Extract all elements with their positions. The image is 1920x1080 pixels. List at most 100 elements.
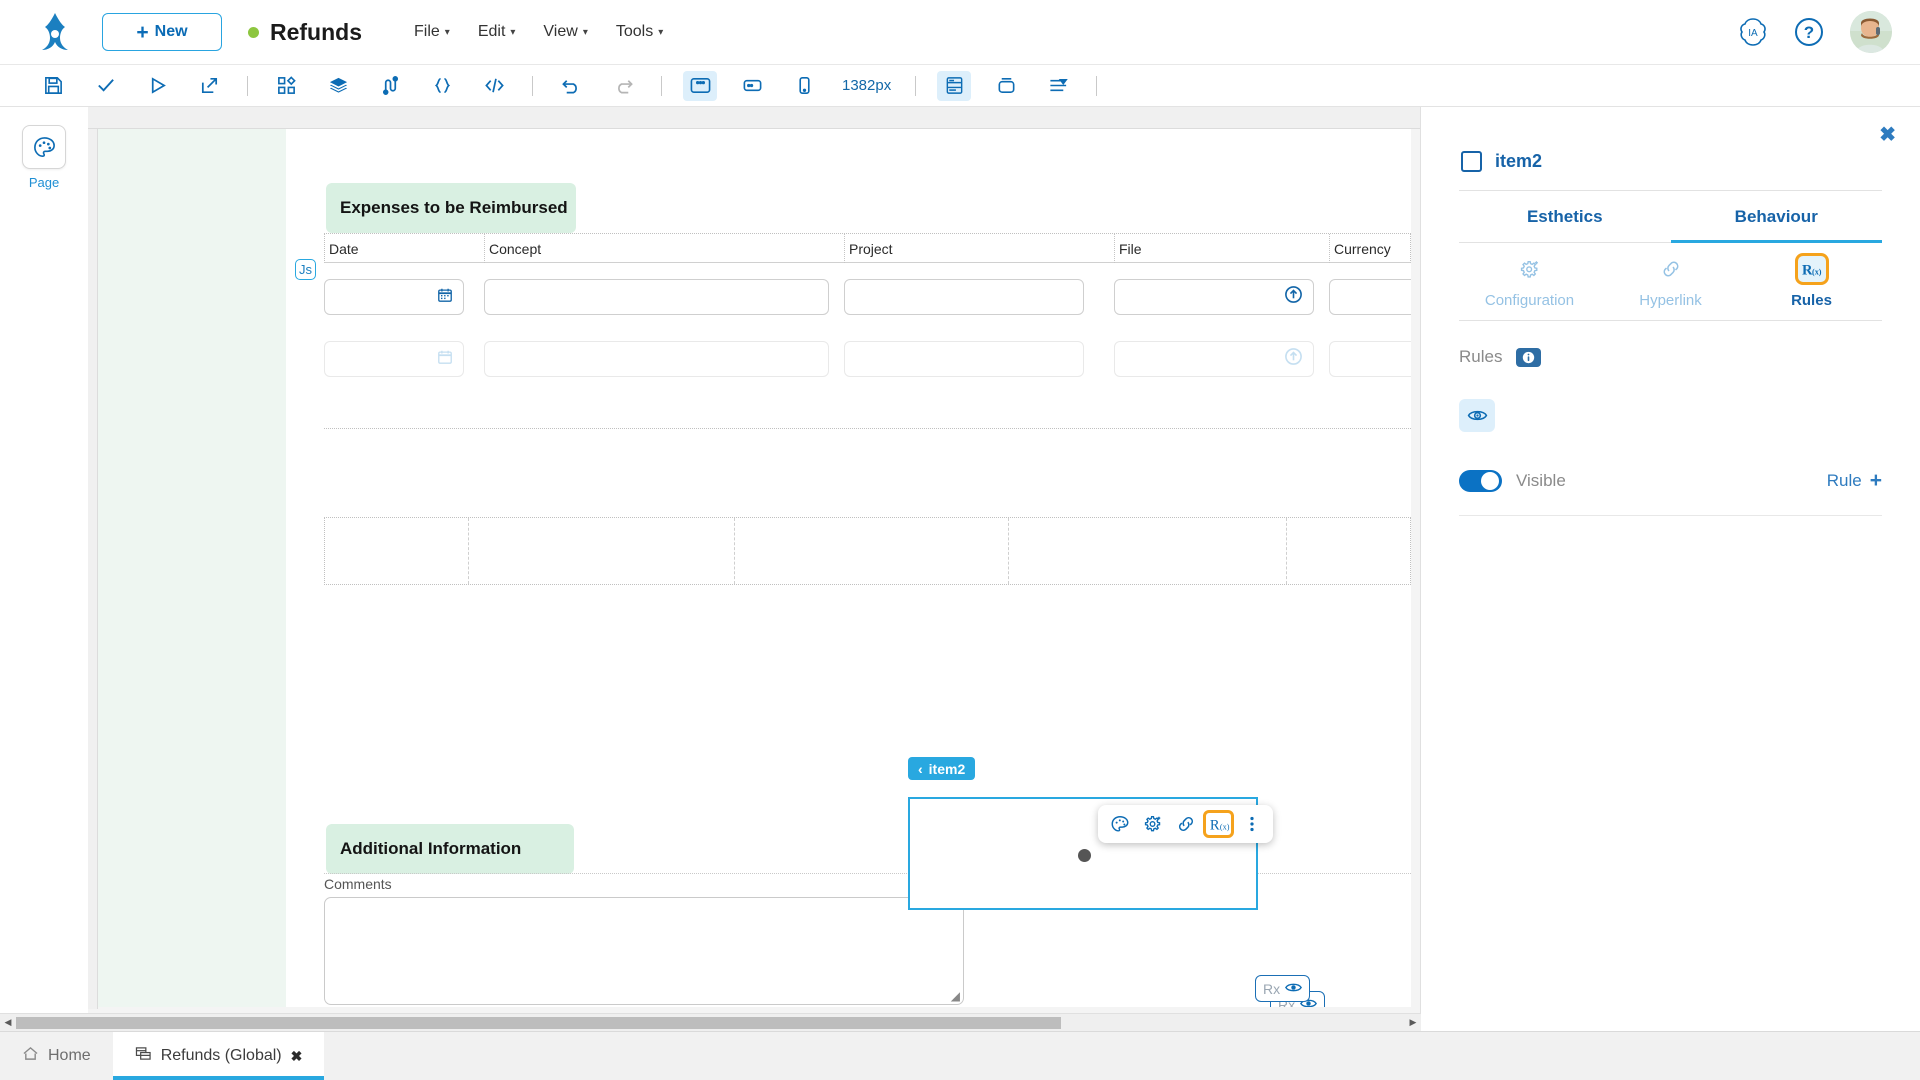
sidebar-item-page[interactable]: Page [0, 125, 88, 190]
column-header-project: Project [845, 234, 1115, 263]
resize-grip-icon[interactable]: ◢ [951, 990, 960, 1002]
toolbar-divider [247, 75, 248, 96]
esthetics-palette-icon[interactable] [1104, 810, 1135, 838]
menu-view[interactable]: View ▾ [543, 23, 587, 41]
visible-toggle[interactable] [1459, 470, 1502, 492]
rules-rx-icon: R (x) [1794, 253, 1829, 285]
grid-cell[interactable] [1033, 518, 1287, 584]
scrollbar-track[interactable] [16, 1016, 1405, 1029]
close-icon[interactable]: ✖ [291, 1048, 303, 1065]
js-badge-label: Js [299, 262, 312, 277]
menu-tools[interactable]: Tools ▾ [616, 23, 663, 41]
configuration-gear-icon[interactable] [1137, 810, 1168, 838]
plus-icon: + [1869, 469, 1882, 492]
container-icon[interactable] [989, 71, 1023, 101]
menu-tools-label: Tools [615, 23, 654, 40]
ia-assistant-icon[interactable]: IA [1738, 17, 1768, 47]
code-icon[interactable] [477, 71, 511, 101]
upload-icon[interactable] [1284, 347, 1303, 371]
canvas-width-label[interactable]: 1382px [842, 77, 891, 94]
user-avatar[interactable] [1850, 11, 1892, 53]
desktop-preview-icon[interactable] [683, 70, 717, 101]
redo-icon[interactable] [606, 71, 640, 101]
new-button[interactable]: + New [102, 13, 222, 51]
rx-badge[interactable]: Rx [1255, 975, 1311, 1002]
rules-section-header: Rules [1459, 347, 1920, 367]
add-rule-button[interactable]: Rule + [1827, 469, 1882, 493]
home-icon [22, 1046, 39, 1066]
add-rule-label: Rule [1826, 471, 1862, 490]
subtab-configuration[interactable]: Configuration [1459, 243, 1600, 320]
file-field-row1[interactable] [1114, 279, 1314, 315]
validate-check-icon[interactable] [88, 71, 122, 101]
properties-panel: ✖ item2 Esthetics Behaviour Configuratio… [1420, 107, 1920, 1025]
undo-icon[interactable] [554, 71, 588, 101]
expenses-section-title-label: Expenses to be Reimbursed [340, 198, 568, 217]
form-layout-icon[interactable] [937, 70, 972, 101]
date-field-row1[interactable] [324, 279, 464, 315]
grid-cell[interactable] [493, 518, 735, 584]
tab-behaviour[interactable]: Behaviour [1670, 191, 1882, 243]
project-field-row2[interactable] [844, 341, 1084, 377]
grid-cell[interactable] [325, 518, 469, 584]
file-field-row2[interactable] [1114, 341, 1314, 377]
mobile-preview-icon[interactable] [787, 71, 821, 101]
close-icon[interactable]: ✖ [1879, 122, 1896, 147]
column-header-currency: Currency [1330, 234, 1411, 263]
more-options-icon[interactable] [1236, 810, 1267, 838]
components-grid-icon[interactable] [269, 71, 303, 101]
frog-logo-icon[interactable] [36, 11, 74, 53]
project-field-row1[interactable] [844, 279, 1084, 315]
subtab-hyperlink[interactable]: Hyperlink [1600, 243, 1741, 320]
expenses-table-header: Date Concept Project File Currency [324, 233, 1411, 263]
layers-icon[interactable] [321, 71, 355, 101]
tab-home-label: Home [48, 1047, 91, 1064]
align-distribute-icon[interactable] [1041, 71, 1075, 101]
save-icon[interactable] [36, 71, 70, 101]
comments-input[interactable]: ◢ [324, 897, 964, 1005]
ruler-left [88, 129, 98, 1009]
comments-label: Comments [324, 876, 392, 892]
upload-icon[interactable] [1284, 285, 1303, 309]
publish-export-icon[interactable] [192, 71, 226, 101]
menu-file[interactable]: File ▾ [414, 23, 450, 41]
element-checkbox[interactable] [1461, 151, 1482, 172]
rules-rx-icon[interactable]: R (x) [1203, 810, 1234, 838]
visible-toggle-label: Visible [1516, 471, 1566, 490]
help-icon[interactable]: ? [1794, 17, 1824, 47]
concept-field-row1[interactable] [484, 279, 829, 315]
currency-field-row2[interactable] [1329, 341, 1411, 377]
visibility-eye-icon[interactable] [1459, 399, 1495, 432]
grid-cell[interactable] [757, 518, 1009, 584]
tab-refunds-global[interactable]: Refunds (Global) ✖ [112, 1032, 325, 1080]
currency-field-row1[interactable] [1329, 279, 1411, 315]
hyperlink-icon[interactable] [1170, 810, 1201, 838]
grid-cell[interactable] [1311, 518, 1411, 584]
form-page: Expenses to be Reimbursed Date Concept P… [98, 129, 1411, 1007]
subtab-configuration-label: Configuration [1484, 292, 1575, 309]
concept-field-row2[interactable] [484, 341, 829, 377]
selected-item-handle[interactable] [1078, 849, 1091, 862]
date-field-row2[interactable] [324, 341, 464, 377]
selected-item-tag[interactable]: ‹ item2 [908, 757, 976, 780]
info-icon[interactable] [1516, 347, 1542, 367]
scroll-left-arrow[interactable]: ◀ [0, 1014, 16, 1032]
toolbar-divider [1096, 75, 1098, 96]
tab-home[interactable]: Home [0, 1032, 113, 1080]
page-side-column [98, 129, 286, 1007]
additional-info-section-title-label: Additional Information [340, 839, 522, 858]
scroll-right-arrow[interactable]: ▶ [1405, 1014, 1421, 1032]
scrollbar-thumb[interactable] [16, 1016, 1061, 1029]
flow-connectors-icon[interactable] [373, 71, 407, 101]
js-badge[interactable]: Js [295, 259, 316, 280]
braces-data-icon[interactable] [425, 71, 459, 101]
toolbar-divider [661, 75, 662, 96]
toolbar-divider [915, 75, 917, 96]
tablet-preview-icon[interactable] [735, 71, 769, 101]
form-icon [135, 1046, 152, 1066]
subtab-rules[interactable]: R (x) Rules [1741, 243, 1882, 320]
run-play-icon[interactable] [140, 71, 174, 101]
tab-esthetics[interactable]: Esthetics [1459, 191, 1671, 243]
menu-edit[interactable]: Edit ▾ [478, 23, 516, 41]
calendar-icon [437, 287, 453, 308]
